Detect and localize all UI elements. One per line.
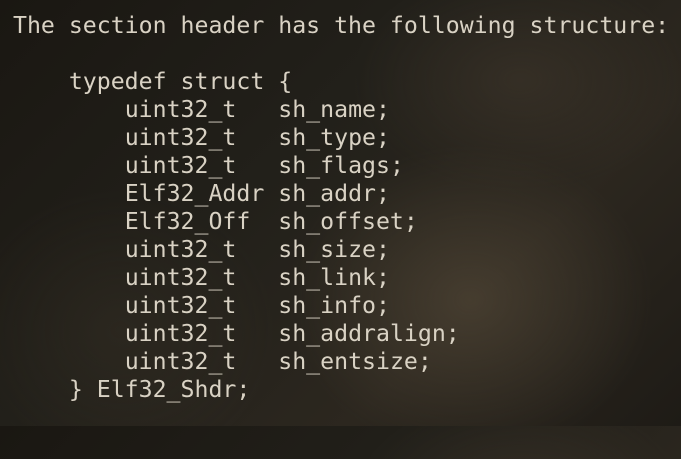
struct-field-line: uint32_t sh_size;: [13, 236, 390, 264]
struct-field-line: uint32_t sh_entsize;: [13, 348, 432, 376]
field-name: sh_link;: [278, 264, 390, 291]
struct-field-line: Elf32_Addr sh_addr;: [13, 180, 390, 208]
field-type: uint32_t: [124, 292, 237, 319]
intro-text: The section header has the following str…: [13, 12, 670, 39]
field-type: uint32_t: [124, 152, 237, 179]
struct-field-line: uint32_t sh_link;: [13, 264, 390, 292]
field-name: sh_type;: [278, 124, 390, 151]
struct-field-line: uint32_t sh_name;: [13, 96, 390, 124]
field-name: sh_info;: [278, 292, 390, 319]
struct-close-line: } Elf32_Shdr;: [13, 376, 251, 403]
field-type: uint32_t: [124, 264, 237, 291]
field-name: sh_name;: [278, 96, 390, 123]
field-type: uint32_t: [124, 236, 237, 263]
field-name: sh_offset;: [278, 208, 418, 235]
field-type: uint32_t: [124, 124, 237, 151]
field-name: sh_addralign;: [278, 320, 460, 347]
field-name: sh_entsize;: [278, 348, 432, 375]
field-type: Elf32_Off: [124, 208, 251, 235]
field-name: sh_size;: [278, 236, 390, 263]
field-type: uint32_t: [124, 348, 237, 375]
field-type: uint32_t: [124, 96, 237, 123]
field-type: Elf32_Addr: [124, 180, 265, 207]
field-type: uint32_t: [124, 320, 237, 347]
struct-field-line: uint32_t sh_info;: [13, 292, 390, 320]
field-name: sh_flags;: [278, 152, 404, 179]
terminal-output: The section header has the following str…: [0, 0, 681, 426]
struct-field-line: Elf32_Off sh_offset;: [13, 208, 418, 236]
struct-field-line: uint32_t sh_flags;: [13, 152, 404, 180]
struct-field-line: uint32_t sh_type;: [13, 124, 390, 152]
struct-open-line: typedef struct {: [13, 68, 293, 95]
struct-field-line: uint32_t sh_addralign;: [13, 320, 460, 348]
field-name: sh_addr;: [278, 180, 390, 207]
